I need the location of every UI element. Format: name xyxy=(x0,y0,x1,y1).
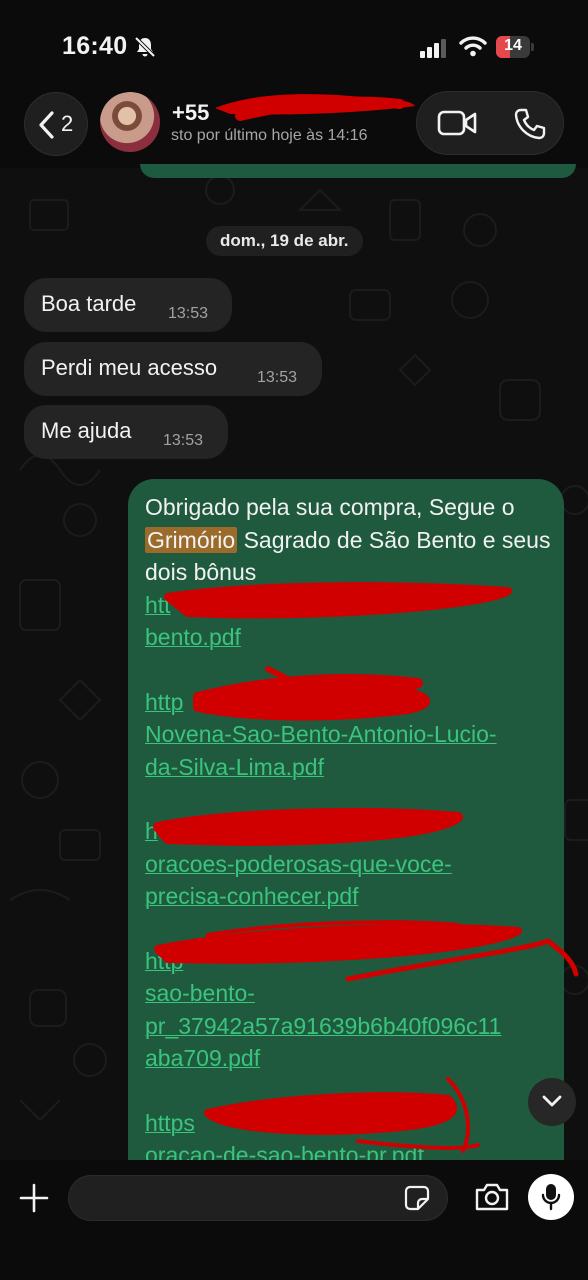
last-seen-status: sto por último hoje às 14:16 xyxy=(171,127,368,144)
scroll-to-bottom-button[interactable] xyxy=(528,1078,576,1126)
message-text: Perdi meu acesso xyxy=(41,355,218,380)
message-composer xyxy=(0,1160,588,1280)
message-time: 13:53 xyxy=(257,369,298,386)
battery-level: 14 xyxy=(504,37,522,54)
call-actions xyxy=(416,91,564,155)
chat-header: 2 +55 sto por último hoje às 14:16 xyxy=(0,90,588,168)
message-time: 13:53 xyxy=(168,305,209,322)
plus-icon[interactable] xyxy=(18,1182,50,1214)
unread-count: 2 xyxy=(61,111,74,136)
battery-indicator: 14 xyxy=(496,36,534,58)
message-text: Boa tarde xyxy=(41,291,137,316)
contact-avatar[interactable] xyxy=(100,92,160,152)
message-time: 13:53 xyxy=(163,432,204,449)
status-bar: 16:40 14 xyxy=(0,0,588,90)
microphone-icon xyxy=(541,1184,561,1211)
chevron-down-icon xyxy=(542,1095,562,1107)
redaction-scribbles-icon xyxy=(153,582,579,1153)
message-input[interactable] xyxy=(68,1175,448,1221)
camera-icon[interactable] xyxy=(474,1182,510,1212)
sticker-icon[interactable] xyxy=(404,1185,430,1211)
contact-name[interactable]: +55 xyxy=(172,100,209,126)
bell-muted-icon xyxy=(134,36,156,58)
date-separator: dom., 19 de abr. xyxy=(206,226,363,256)
incoming-message[interactable]: Boa tarde 13:53 xyxy=(24,278,232,332)
cellular-signal-icon xyxy=(420,39,446,58)
chevron-left-icon xyxy=(39,111,54,139)
incoming-message[interactable]: Me ajuda 13:53 xyxy=(24,405,228,459)
message-text: Me ajuda xyxy=(41,418,132,443)
video-call-icon[interactable] xyxy=(437,108,477,138)
incoming-message[interactable]: Perdi meu acesso 13:53 xyxy=(24,342,322,396)
previous-message-edge xyxy=(140,164,576,178)
voice-call-icon[interactable] xyxy=(513,107,547,141)
redaction-scribble-icon xyxy=(215,94,415,121)
clock: 16:40 xyxy=(62,32,128,60)
back-button[interactable]: 2 xyxy=(24,92,88,156)
voice-message-button[interactable] xyxy=(528,1174,574,1220)
wifi-icon xyxy=(459,36,487,57)
